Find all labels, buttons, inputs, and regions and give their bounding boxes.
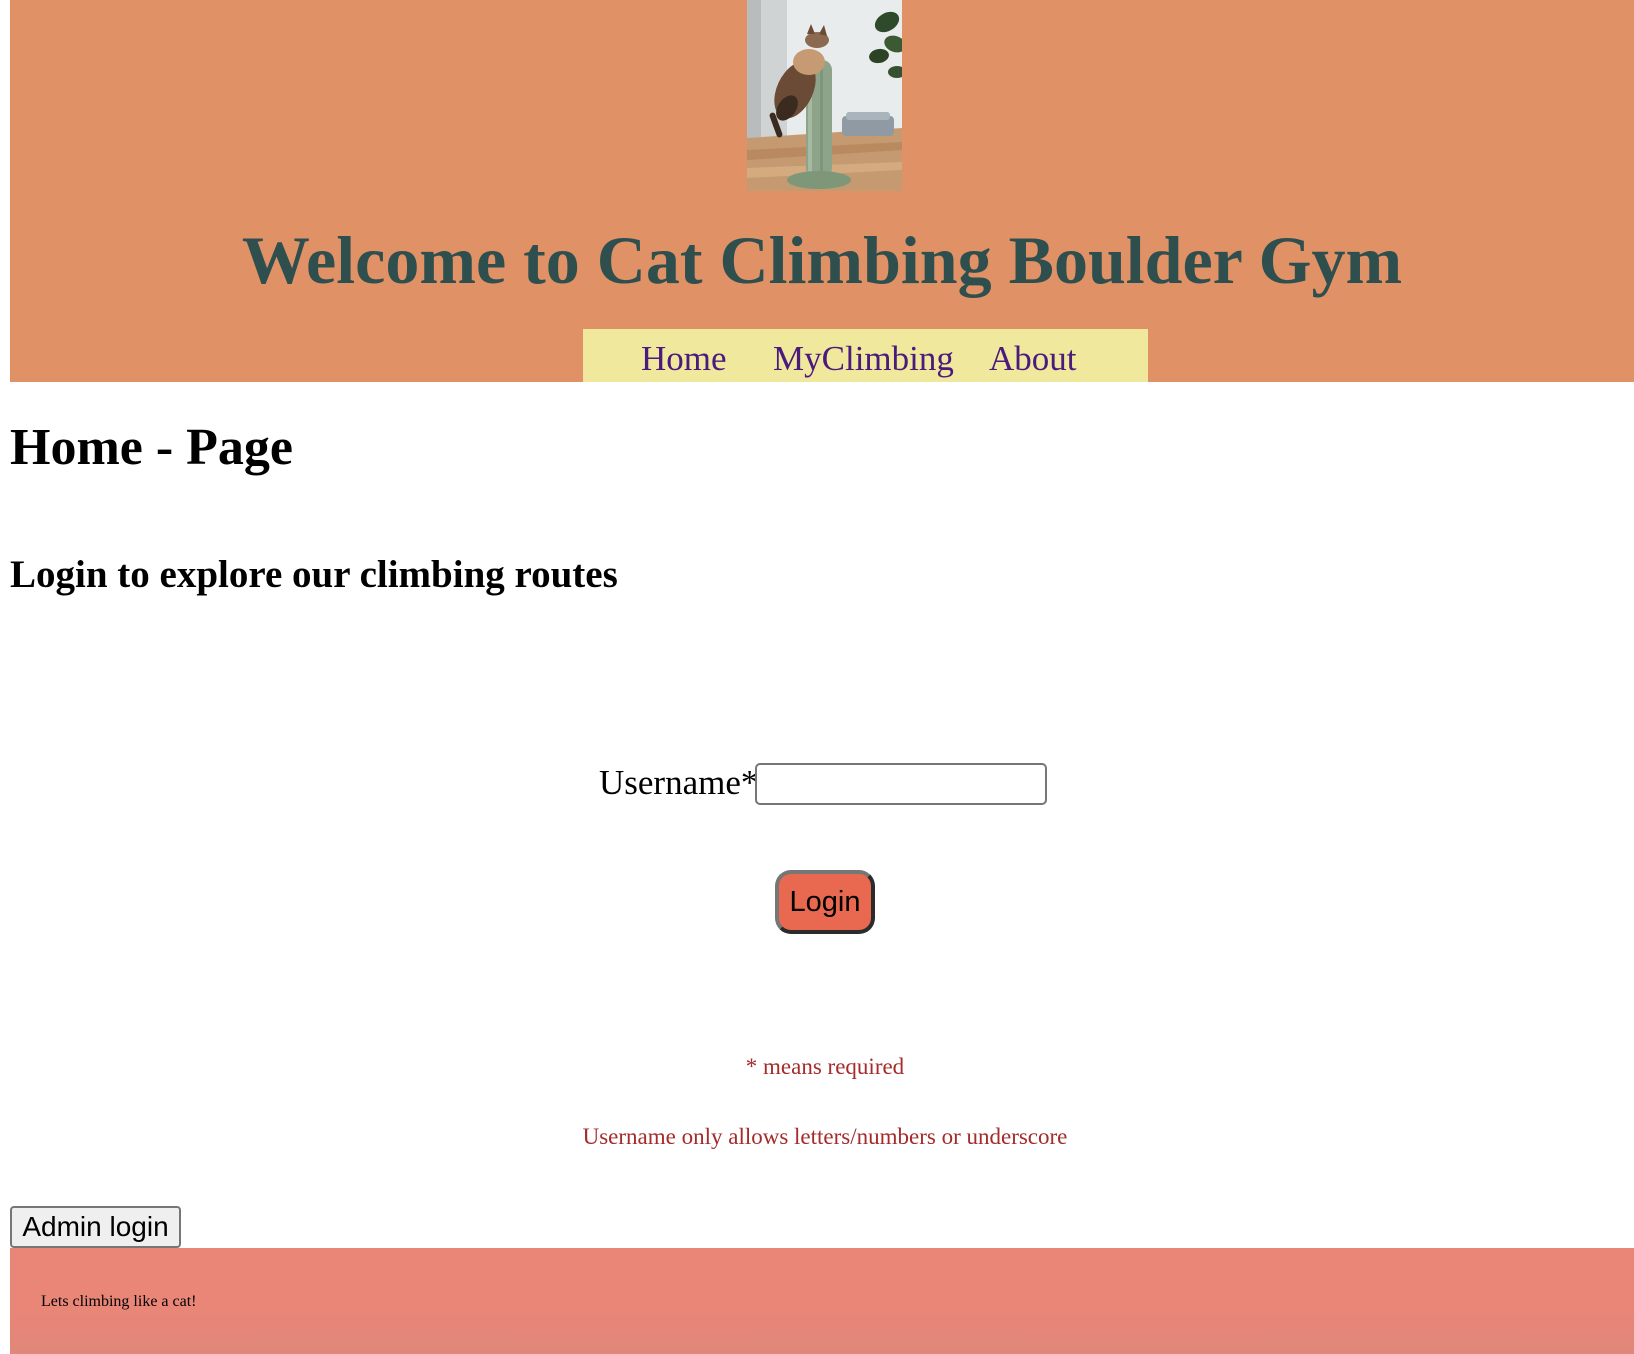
site-footer: Lets climbing like a cat! bbox=[10, 1248, 1634, 1354]
cat-climbing-logo-image bbox=[747, 0, 902, 191]
nav-link-myclimbing[interactable]: MyClimbing bbox=[773, 339, 954, 379]
username-label: Username*: bbox=[599, 763, 769, 802]
footer-tagline: Lets climbing like a cat! bbox=[41, 1293, 197, 1310]
site-title: Welcome to Cat Climbing Boulder Gym bbox=[241, 222, 1403, 298]
site-header: Welcome to Cat Climbing Boulder Gym Home… bbox=[10, 0, 1634, 382]
nav-link-home[interactable]: Home bbox=[641, 339, 727, 379]
login-button[interactable]: Login bbox=[775, 870, 875, 934]
main-nav: Home MyClimbing About bbox=[583, 329, 1148, 382]
page-heading: Home - Page bbox=[10, 419, 294, 476]
username-rule-note: Username only allows letters/numbers or … bbox=[582, 1124, 1068, 1149]
nav-link-about[interactable]: About bbox=[989, 339, 1077, 379]
required-note: * means required bbox=[745, 1054, 905, 1079]
admin-login-button[interactable]: Admin login bbox=[10, 1206, 181, 1248]
login-prompt-heading: Login to explore our climbing routes bbox=[10, 553, 618, 596]
username-input[interactable] bbox=[755, 763, 1047, 805]
page: Welcome to Cat Climbing Boulder Gym Home… bbox=[0, 0, 1634, 1354]
